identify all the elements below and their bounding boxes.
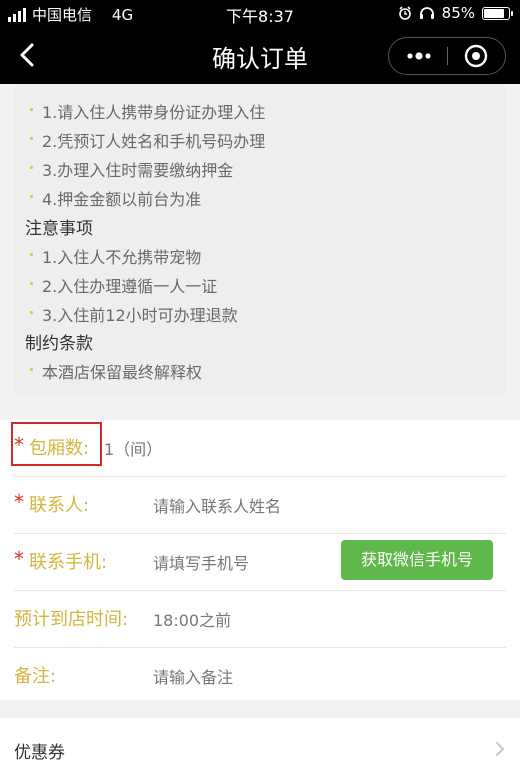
headphones-icon [419,7,434,19]
contact-row: * 联系人: 请输入联系人姓名 [0,477,520,534]
required-mark: * [14,433,24,457]
bullet-dot [30,108,33,111]
arrival-time-select[interactable]: 18:00之前 [153,607,231,631]
rule-text: 1.请入住人携带身份证办理入住 [42,103,266,122]
rule-text: 1.入住人不允携带宠物 [42,248,202,267]
bullet-dot [30,368,33,371]
chevron-right-icon [496,742,505,756]
bullet-dot [30,282,33,285]
remark-row: 备注: 请输入备注 [0,648,520,705]
bullet-dot [30,311,33,314]
notice-heading: 注意事项 [25,219,93,239]
get-wechat-phone-button[interactable]: 获取微信手机号 [341,540,493,580]
rule-text: 3.办理入住时需要缴纳押金 [42,161,234,180]
arrival-row: 预计到店时间: 18:00之前 [0,591,520,648]
terms-heading: 制约条款 [25,334,93,354]
remark-input[interactable]: 请输入备注 [153,664,233,688]
order-form: * 包厢数: 1（间） * 联系人: 请输入联系人姓名 * 联系手机: 请填写手… [0,420,520,700]
coupon-row[interactable]: 优惠券 [0,718,520,780]
rule-text: 3.入住前12小时可办理退款 [42,306,238,325]
phone-input[interactable]: 请填写手机号 [153,550,249,574]
required-mark: * [14,547,24,571]
coupon-label: 优惠券 [14,743,65,763]
bullet-dot [30,195,33,198]
target-circle-icon[interactable] [448,38,505,74]
alarm-icon [398,6,411,20]
more-dots-icon[interactable] [389,38,447,74]
hotel-rules-card: 1.请入住人携带身份证办理入住 2.凭预订人姓名和手机号码办理 3.办理入住时需… [14,84,506,394]
phone-label: 联系手机: [29,552,108,573]
bullet-dot [30,137,33,140]
bullet-dot [30,253,33,256]
remark-label: 备注: [14,666,57,687]
contact-label: 联系人: [29,495,90,516]
nav-bar: 确认订单 [0,26,520,84]
arrival-label: 预计到店时间: [14,609,129,630]
rooms-row: * 包厢数: 1（间） [0,420,520,477]
contact-name-input[interactable]: 请输入联系人姓名 [153,493,281,517]
rule-text: 本酒店保留最终解释权 [42,363,203,382]
rule-text: 2.凭预订人姓名和手机号码办理 [42,132,266,151]
battery-icon [482,6,513,20]
status-bar: 中国电信 4G 下午8:37 85% [0,0,520,26]
rooms-value[interactable]: 1（间） [104,436,162,460]
battery-percent: 85% [441,4,475,22]
rooms-label: 包厢数: [29,438,90,459]
status-right: 85% [398,4,513,22]
required-mark: * [14,490,24,514]
rule-text: 2.入住办理遵循一人一证 [42,277,218,296]
bullet-dot [30,166,33,169]
mini-program-capsule [388,37,506,75]
rule-text: 4.押金金额以前台为准 [42,190,202,209]
